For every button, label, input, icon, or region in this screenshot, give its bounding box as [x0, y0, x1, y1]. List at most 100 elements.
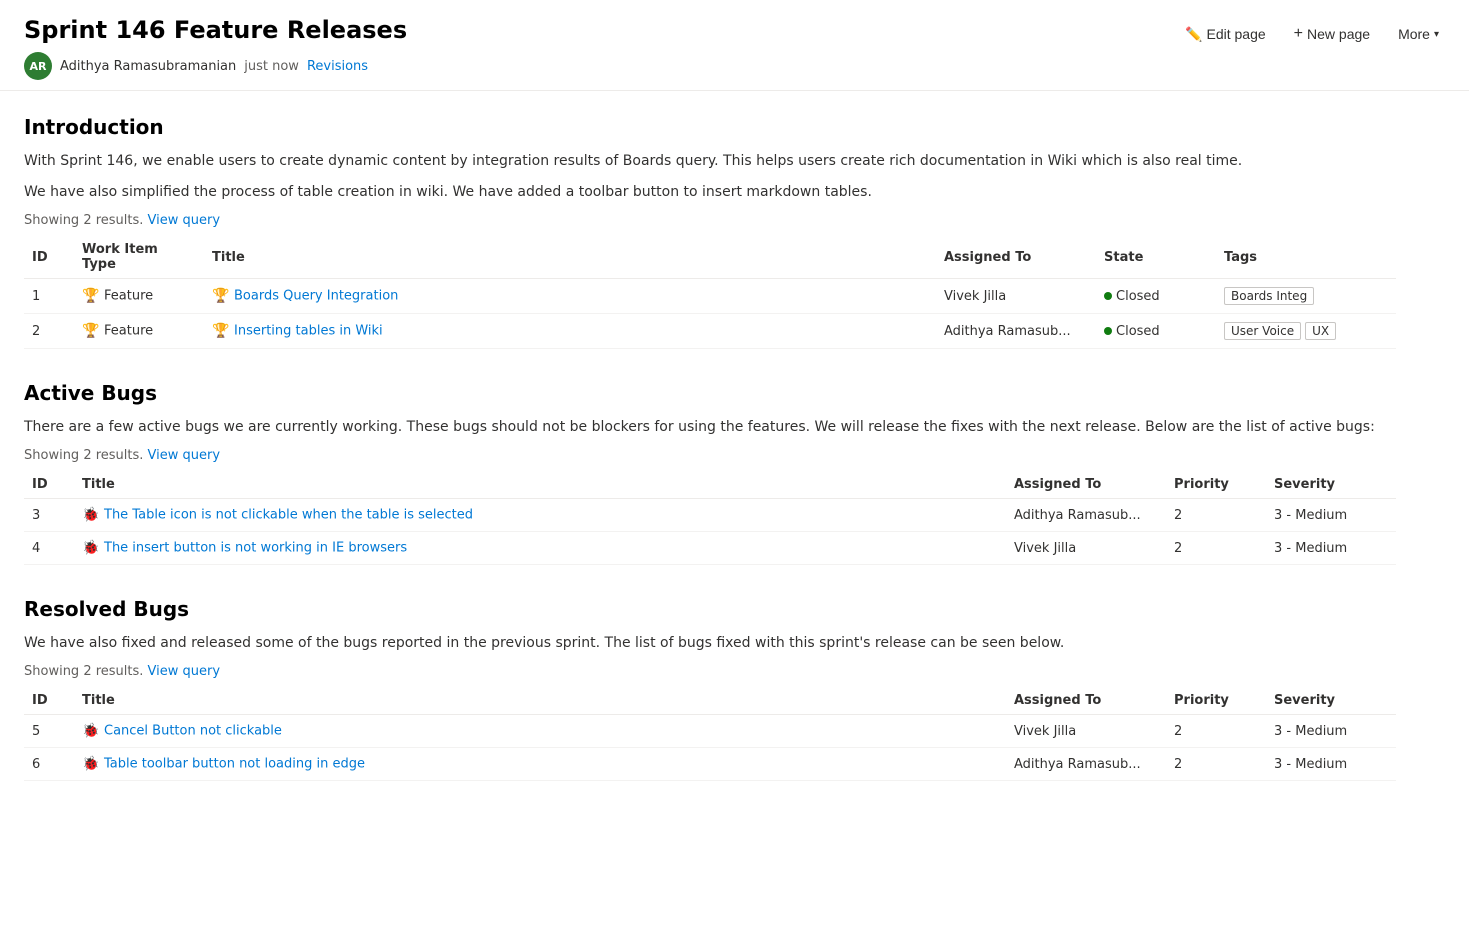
table-row: 3 🐞The Table icon is not clickable when …: [24, 499, 1396, 532]
col-header-state: State: [1096, 236, 1216, 279]
feature-icon: 🏆: [82, 288, 98, 304]
toolbar-right: ✏️ Edit page + New page More ▾: [1179, 21, 1445, 47]
avatar: AR: [24, 52, 52, 80]
table-row: 1 🏆Feature 🏆Boards Query Integration Viv…: [24, 279, 1396, 314]
resolved-bugs-section: Resolved Bugs We have also fixed and rel…: [24, 597, 1396, 781]
tag-pill: User Voice: [1224, 322, 1301, 340]
new-page-button[interactable]: + New page: [1288, 21, 1376, 47]
active-bugs-section: Active Bugs There are a few active bugs …: [24, 381, 1396, 565]
table-row: 5 🐞Cancel Button not clickable Vivek Jil…: [24, 715, 1396, 748]
cell-id: 6: [24, 748, 74, 781]
cell-state: Closed: [1096, 314, 1216, 349]
active-bugs-showing: Showing 2 results. View query: [24, 448, 1396, 463]
cell-title[interactable]: 🐞The Table icon is not clickable when th…: [74, 499, 1006, 532]
col-header-severity-3: Severity: [1266, 687, 1396, 715]
cell-priority: 2: [1166, 499, 1266, 532]
col-header-title: Title: [204, 236, 936, 279]
cell-priority: 2: [1166, 715, 1266, 748]
page-meta: AR Adithya Ramasubramanian just now Revi…: [24, 52, 1445, 90]
page-content: Introduction With Sprint 146, we enable …: [0, 91, 1420, 837]
cell-assigned: Adithya Ramasub...: [936, 314, 1096, 349]
resolved-bugs-showing: Showing 2 results. View query: [24, 664, 1396, 679]
cell-tags: Boards Integ: [1216, 279, 1396, 314]
bug-icon: 🐞: [82, 756, 98, 772]
active-bugs-table: ID Title Assigned To Priority Severity 3…: [24, 471, 1396, 565]
cell-id: 4: [24, 532, 74, 565]
resolved-bugs-table: ID Title Assigned To Priority Severity 5…: [24, 687, 1396, 781]
cell-type: 🏆Feature: [74, 314, 204, 349]
chevron-down-icon: ▾: [1434, 29, 1439, 40]
feature-icon: 🏆: [82, 323, 98, 339]
cell-severity: 3 - Medium: [1266, 532, 1396, 565]
cell-state: Closed: [1096, 279, 1216, 314]
active-bugs-heading: Active Bugs: [24, 381, 1396, 405]
cell-priority: 2: [1166, 748, 1266, 781]
col-header-id-2: ID: [24, 471, 74, 499]
cell-assigned: Vivek Jilla: [1006, 532, 1166, 565]
state-dot: [1104, 292, 1112, 300]
col-header-severity: Severity: [1266, 471, 1396, 499]
col-header-assigned: Assigned To: [936, 236, 1096, 279]
cell-id: 3: [24, 499, 74, 532]
col-header-assigned-3: Assigned To: [1006, 687, 1166, 715]
introduction-table: ID Work Item Type Title Assigned To Stat…: [24, 236, 1396, 349]
active-bugs-para: There are a few active bugs we are curre…: [24, 417, 1396, 438]
cell-title[interactable]: 🏆Boards Query Integration: [204, 279, 936, 314]
col-header-id-3: ID: [24, 687, 74, 715]
introduction-heading: Introduction: [24, 115, 1396, 139]
col-header-id: ID: [24, 236, 74, 279]
col-header-assigned-2: Assigned To: [1006, 471, 1166, 499]
cell-assigned: Adithya Ramasub...: [1006, 748, 1166, 781]
bug-icon: 🐞: [82, 723, 98, 739]
feature-icon-2: 🏆: [212, 323, 228, 339]
col-header-priority: Priority: [1166, 471, 1266, 499]
edit-page-button[interactable]: ✏️ Edit page: [1179, 22, 1272, 47]
table-row: 4 🐞The insert button is not working in I…: [24, 532, 1396, 565]
table-row: 2 🏆Feature 🏆Inserting tables in Wiki Adi…: [24, 314, 1396, 349]
edit-icon: ✏️: [1185, 26, 1202, 43]
col-header-priority-3: Priority: [1166, 687, 1266, 715]
more-button[interactable]: More ▾: [1392, 22, 1445, 46]
cell-id: 2: [24, 314, 74, 349]
tag-pill: UX: [1305, 322, 1336, 340]
cell-priority: 2: [1166, 532, 1266, 565]
cell-assigned: Vivek Jilla: [936, 279, 1096, 314]
introduction-para1: With Sprint 146, we enable users to crea…: [24, 151, 1396, 172]
cell-severity: 3 - Medium: [1266, 715, 1396, 748]
timestamp: just now: [244, 59, 299, 74]
active-bugs-view-query[interactable]: View query: [148, 448, 221, 463]
resolved-bugs-heading: Resolved Bugs: [24, 597, 1396, 621]
col-header-title-3: Title: [74, 687, 1006, 715]
tag-pill: Boards Integ: [1224, 287, 1314, 305]
cell-id: 5: [24, 715, 74, 748]
revisions-link[interactable]: Revisions: [307, 59, 368, 74]
cell-assigned: Adithya Ramasub...: [1006, 499, 1166, 532]
page-title: Sprint 146 Feature Releases: [24, 16, 407, 44]
introduction-section: Introduction With Sprint 146, we enable …: [24, 115, 1396, 349]
cell-title[interactable]: 🏆Inserting tables in Wiki: [204, 314, 936, 349]
col-header-title-2: Title: [74, 471, 1006, 499]
cell-title[interactable]: 🐞Cancel Button not clickable: [74, 715, 1006, 748]
state-dot: [1104, 327, 1112, 335]
bug-icon: 🐞: [82, 507, 98, 523]
table-row: 6 🐞Table toolbar button not loading in e…: [24, 748, 1396, 781]
col-header-type: Work Item Type: [74, 236, 204, 279]
cell-assigned: Vivek Jilla: [1006, 715, 1166, 748]
plus-icon: +: [1294, 25, 1303, 43]
resolved-bugs-para: We have also fixed and released some of …: [24, 633, 1396, 654]
introduction-para2: We have also simplified the process of t…: [24, 182, 1396, 203]
cell-severity: 3 - Medium: [1266, 748, 1396, 781]
bug-icon: 🐞: [82, 540, 98, 556]
cell-type: 🏆Feature: [74, 279, 204, 314]
cell-title[interactable]: 🐞The insert button is not working in IE …: [74, 532, 1006, 565]
author-name: Adithya Ramasubramanian: [60, 59, 236, 74]
introduction-showing: Showing 2 results. View query: [24, 213, 1396, 228]
cell-id: 1: [24, 279, 74, 314]
cell-tags: User VoiceUX: [1216, 314, 1396, 349]
feature-icon-2: 🏆: [212, 288, 228, 304]
introduction-view-query[interactable]: View query: [148, 213, 221, 228]
cell-severity: 3 - Medium: [1266, 499, 1396, 532]
col-header-tags: Tags: [1216, 236, 1396, 279]
resolved-bugs-view-query[interactable]: View query: [148, 664, 221, 679]
cell-title[interactable]: 🐞Table toolbar button not loading in edg…: [74, 748, 1006, 781]
